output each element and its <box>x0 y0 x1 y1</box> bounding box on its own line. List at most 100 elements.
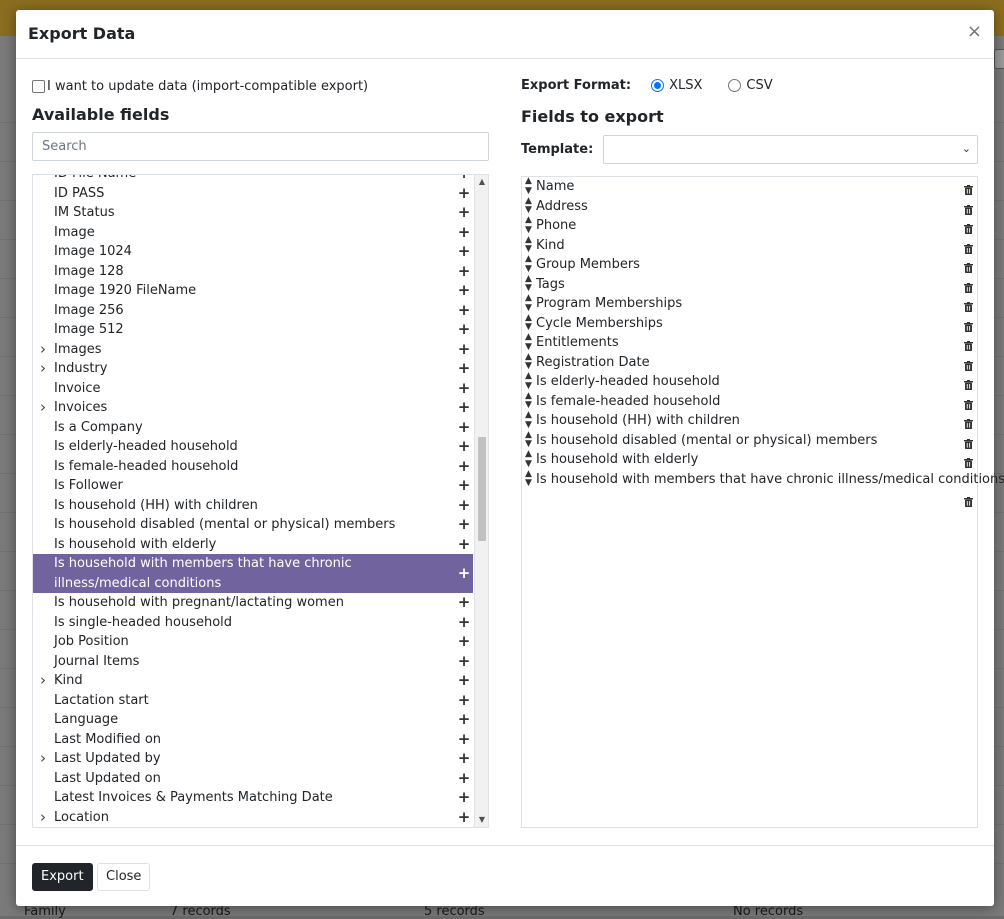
trash-icon[interactable] <box>964 455 973 468</box>
close-button[interactable]: Close <box>97 863 151 891</box>
plus-icon[interactable]: + <box>457 301 471 321</box>
field-item[interactable]: › Location + <box>33 808 473 828</box>
field-item[interactable]: Lactation start + <box>33 691 473 711</box>
field-item[interactable]: Is household with elderly + <box>33 535 473 555</box>
export-field-item[interactable]: ▲ ▼ Registration Date <box>522 352 977 373</box>
plus-icon[interactable]: + <box>457 476 471 496</box>
sort-icon[interactable]: ▲ ▼ <box>525 332 533 352</box>
plus-icon[interactable]: + <box>457 564 471 584</box>
export-field-item[interactable]: ▲ ▼ Is female-headed household <box>522 391 977 412</box>
trash-icon[interactable] <box>964 397 973 410</box>
plus-icon[interactable]: + <box>457 515 471 535</box>
plus-icon[interactable]: + <box>457 613 471 633</box>
field-item[interactable]: Latest Invoices & Payments Matching Date… <box>33 788 473 808</box>
plus-icon[interactable]: + <box>457 437 471 457</box>
field-item[interactable]: Is household disabled (mental or physica… <box>33 515 473 535</box>
export-field-item[interactable]: ▲ ▼ Program Memberships <box>522 293 977 314</box>
plus-icon[interactable]: + <box>457 175 471 184</box>
field-item[interactable]: Is single-headed household + <box>33 613 473 633</box>
format-option-xlsx[interactable]: XLSX <box>651 78 702 93</box>
trash-icon[interactable] <box>964 241 973 254</box>
export-field-item[interactable]: ▲ ▼ Entitlements <box>522 332 977 353</box>
field-item[interactable]: Image 512 + <box>33 320 473 340</box>
sort-icon[interactable]: ▲ ▼ <box>525 430 533 450</box>
sort-icon[interactable]: ▲ ▼ <box>525 410 533 430</box>
sort-icon[interactable]: ▲ ▼ <box>525 371 533 391</box>
plus-icon[interactable]: + <box>457 223 471 243</box>
chevron-right-icon[interactable]: › <box>37 359 49 379</box>
sort-icon[interactable]: ▲ ▼ <box>525 254 533 274</box>
plus-icon[interactable]: + <box>457 593 471 613</box>
plus-icon[interactable]: + <box>457 691 471 711</box>
sort-icon[interactable]: ▲ ▼ <box>525 274 533 294</box>
scrollbar[interactable]: ▲ ▼ <box>474 175 488 827</box>
field-item[interactable]: Job Position + <box>33 632 473 652</box>
plus-icon[interactable]: + <box>457 496 471 516</box>
field-item[interactable]: Is household with pregnant/lactating wom… <box>33 593 473 613</box>
trash-icon[interactable] <box>964 299 973 312</box>
csv-radio[interactable] <box>728 78 742 92</box>
field-item[interactable]: Invoice + <box>33 379 473 399</box>
trash-icon[interactable] <box>964 280 973 293</box>
scroll-up-arrow-icon[interactable]: ▲ <box>475 175 488 189</box>
field-item[interactable]: Journal Items + <box>33 652 473 672</box>
plus-icon[interactable]: + <box>457 242 471 262</box>
trash-icon[interactable] <box>964 377 973 390</box>
field-item[interactable]: Is female-headed household + <box>33 457 473 477</box>
field-item[interactable]: Image 1920 FileName + <box>33 281 473 301</box>
field-item[interactable]: Last Modified on + <box>33 730 473 750</box>
trash-icon[interactable] <box>964 416 973 429</box>
scroll-thumb[interactable] <box>478 437 486 541</box>
plus-icon[interactable]: + <box>457 340 471 360</box>
field-item[interactable]: Image 128 + <box>33 262 473 282</box>
plus-icon[interactable]: + <box>457 418 471 438</box>
trash-icon[interactable] <box>964 436 973 449</box>
export-field-item[interactable]: ▲ ▼ Is household disabled (mental or physi… <box>522 430 977 451</box>
field-item[interactable]: ID PASS + <box>33 184 473 204</box>
chevron-right-icon[interactable]: › <box>37 340 49 360</box>
field-item[interactable]: › Kind + <box>33 671 473 691</box>
plus-icon[interactable]: + <box>457 788 471 808</box>
plus-icon[interactable]: + <box>457 359 471 379</box>
template-select[interactable]: ⌄ <box>603 134 978 164</box>
export-button[interactable]: Export <box>32 863 93 891</box>
field-item[interactable]: › Images + <box>33 340 473 360</box>
plus-icon[interactable]: + <box>457 281 471 301</box>
plus-icon[interactable]: + <box>457 320 471 340</box>
field-item[interactable]: › Invoices + <box>33 398 473 418</box>
plus-icon[interactable]: + <box>457 398 471 418</box>
chevron-right-icon[interactable]: › <box>37 749 49 769</box>
field-item[interactable]: ID File Name + <box>33 175 473 184</box>
sort-icon[interactable]: ▲ ▼ <box>525 313 533 333</box>
export-field-item[interactable]: ▲ ▼ Is household with members that have ch… <box>522 469 1004 509</box>
plus-icon[interactable]: + <box>457 632 471 652</box>
import-compatible-option[interactable]: I want to update data (import-compatible… <box>32 76 368 96</box>
sort-icon[interactable]: ▲ ▼ <box>525 293 533 313</box>
export-field-item[interactable]: ▲ ▼ Phone <box>522 215 977 236</box>
export-field-item[interactable]: ▲ ▼ Is elderly-headed household <box>522 371 977 392</box>
plus-icon[interactable]: + <box>457 769 471 789</box>
field-item[interactable]: Image 1024 + <box>33 242 473 262</box>
plus-icon[interactable]: + <box>457 710 471 730</box>
sort-icon[interactable]: ▲ ▼ <box>525 215 533 235</box>
trash-icon[interactable] <box>964 221 973 234</box>
field-item[interactable]: Last Updated on + <box>33 769 473 789</box>
plus-icon[interactable]: + <box>457 203 471 223</box>
sort-icon[interactable]: ▲ ▼ <box>525 469 533 489</box>
trash-icon[interactable] <box>964 494 973 507</box>
field-item[interactable]: Is household (HH) with children + <box>33 496 473 516</box>
trash-icon[interactable] <box>964 202 973 215</box>
trash-icon[interactable] <box>964 338 973 351</box>
field-item[interactable]: Image + <box>33 223 473 243</box>
export-field-item[interactable]: ▲ ▼ Group Members <box>522 254 977 275</box>
trash-icon[interactable] <box>964 319 973 332</box>
trash-icon[interactable] <box>964 260 973 273</box>
sort-icon[interactable]: ▲ ▼ <box>525 176 533 196</box>
field-item[interactable]: Is elderly-headed household + <box>33 437 473 457</box>
plus-icon[interactable]: + <box>457 808 471 828</box>
trash-icon[interactable] <box>964 182 973 195</box>
plus-icon[interactable]: + <box>457 457 471 477</box>
import-compatible-checkbox[interactable] <box>32 79 45 93</box>
search-input[interactable] <box>32 132 489 161</box>
export-field-item[interactable]: ▲ ▼ Is household with elderly <box>522 449 977 470</box>
